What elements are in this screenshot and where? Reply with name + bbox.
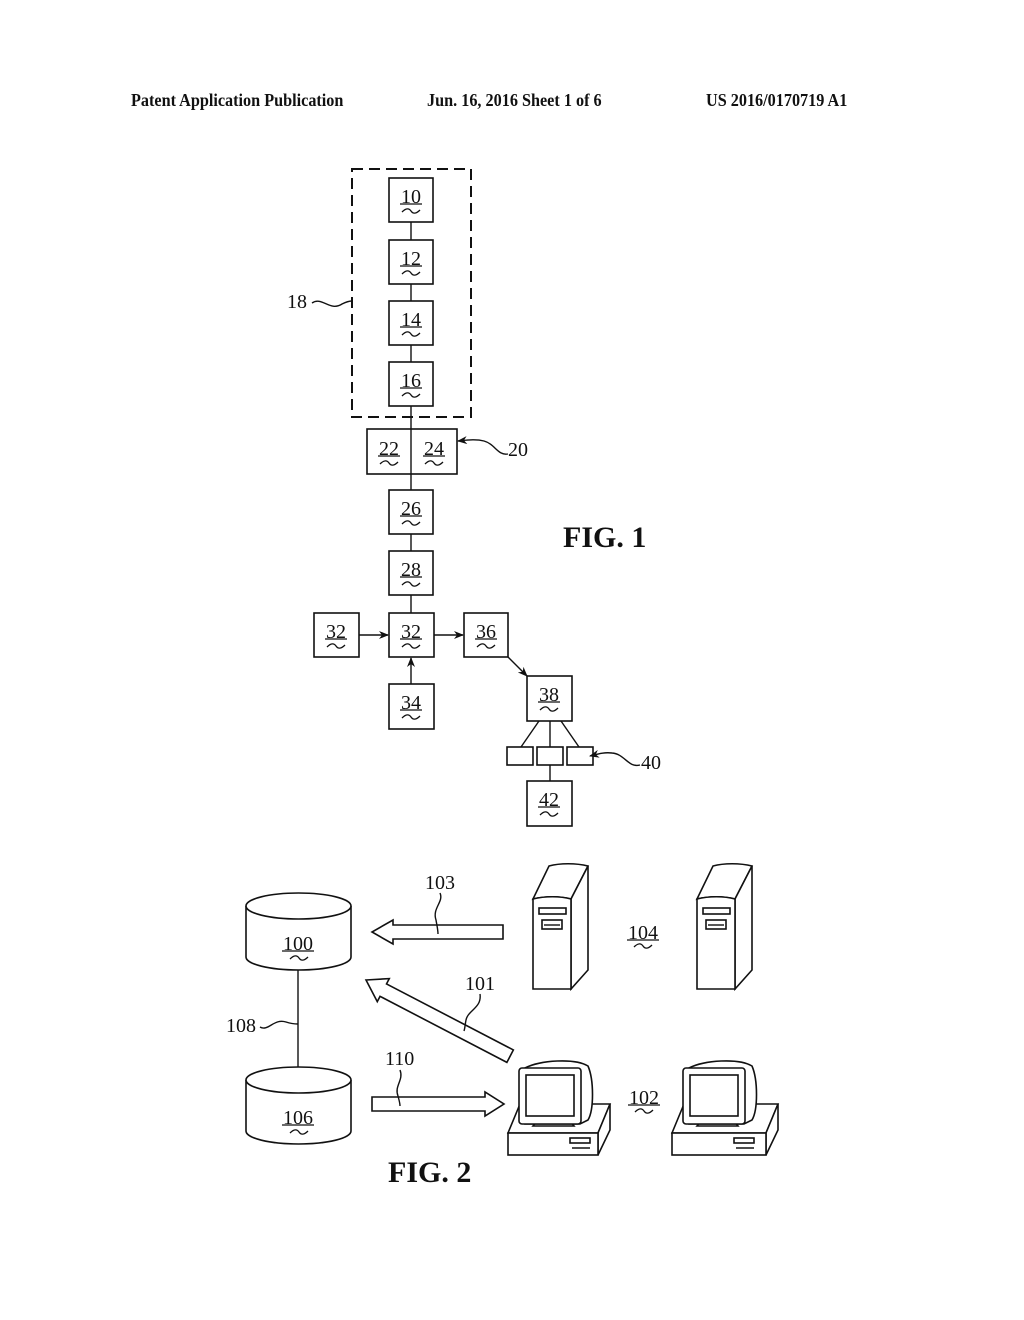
connector-38-40a: [520, 720, 540, 748]
fig1-title: FIG. 1: [563, 521, 646, 554]
leader-20: [457, 436, 509, 455]
box-22-label: 22: [379, 438, 399, 460]
svg-text:32: 32: [326, 621, 346, 643]
label-102: 102: [629, 1087, 659, 1109]
server-tower-2: [695, 862, 754, 992]
label-110: 110: [385, 1048, 414, 1070]
svg-text:26: 26: [401, 498, 421, 520]
leader-18: [311, 300, 353, 307]
svg-text:28: 28: [401, 559, 421, 581]
arrow-36-to-38: [507, 656, 528, 677]
leader-108: [259, 1020, 299, 1029]
svg-text:16: 16: [401, 370, 421, 392]
box-36: 36: [463, 612, 509, 658]
svg-text:100: 100: [283, 933, 313, 955]
workstation-1: [506, 1060, 612, 1156]
database-100: 100: [245, 892, 352, 971]
svg-text:10: 10: [401, 186, 421, 208]
svg-text:32: 32: [401, 621, 421, 643]
label-40: 40: [641, 752, 661, 774]
box-12: 12: [388, 239, 434, 285]
connector-38-40c: [560, 720, 580, 748]
server-tower-1: [531, 862, 590, 992]
small-box-40c: [566, 746, 594, 766]
label-18: 18: [287, 291, 307, 313]
box-10: 10: [388, 177, 434, 223]
label-103: 103: [425, 872, 455, 894]
box-16: 16: [388, 361, 434, 407]
server-drive-bay: [538, 907, 567, 915]
small-box-40b: [536, 746, 564, 766]
box-24-label: 24: [424, 438, 444, 460]
box-28: 28: [388, 550, 434, 596]
drawing-sheet: 18 10 12 14 16 22 24 20 26 28 32 32 36 3…: [226, 168, 780, 1189]
svg-text:36: 36: [476, 621, 496, 643]
svg-text:42: 42: [539, 789, 559, 811]
database-106: 106: [245, 1066, 352, 1145]
label-104: 104: [628, 922, 658, 944]
box-42: 42: [526, 780, 573, 827]
workstation-2: [670, 1060, 780, 1156]
box-32-left: 32: [313, 612, 360, 658]
svg-text:14: 14: [401, 309, 421, 331]
tilde-104: [633, 943, 653, 949]
svg-text:34: 34: [401, 692, 421, 714]
box-14: 14: [388, 300, 434, 346]
small-box-40a: [506, 746, 534, 766]
tilde-102: [634, 1108, 654, 1114]
box-38: 38: [526, 675, 573, 722]
box-26: 26: [388, 489, 434, 535]
fig1: 18 10 12 14 16 22 24 20 26 28 32 32 36 3…: [287, 168, 661, 827]
svg-text:38: 38: [539, 684, 559, 706]
leader-40: [589, 749, 641, 767]
arrow-110: [371, 1090, 506, 1118]
box-20-split: 22 24: [366, 428, 458, 475]
label-20: 20: [508, 439, 528, 461]
box-32-center: 32: [388, 612, 435, 658]
fig2-title: FIG. 2: [388, 1156, 471, 1189]
label-108: 108: [226, 1015, 256, 1037]
label-101: 101: [465, 973, 495, 995]
svg-text:12: 12: [401, 248, 421, 270]
svg-text:106: 106: [283, 1107, 313, 1129]
box-34: 34: [388, 683, 435, 730]
server-drive-bay: [702, 907, 731, 915]
fig2: 100 108 106 103 101 110 104 102 FIG. 2: [226, 862, 780, 1189]
